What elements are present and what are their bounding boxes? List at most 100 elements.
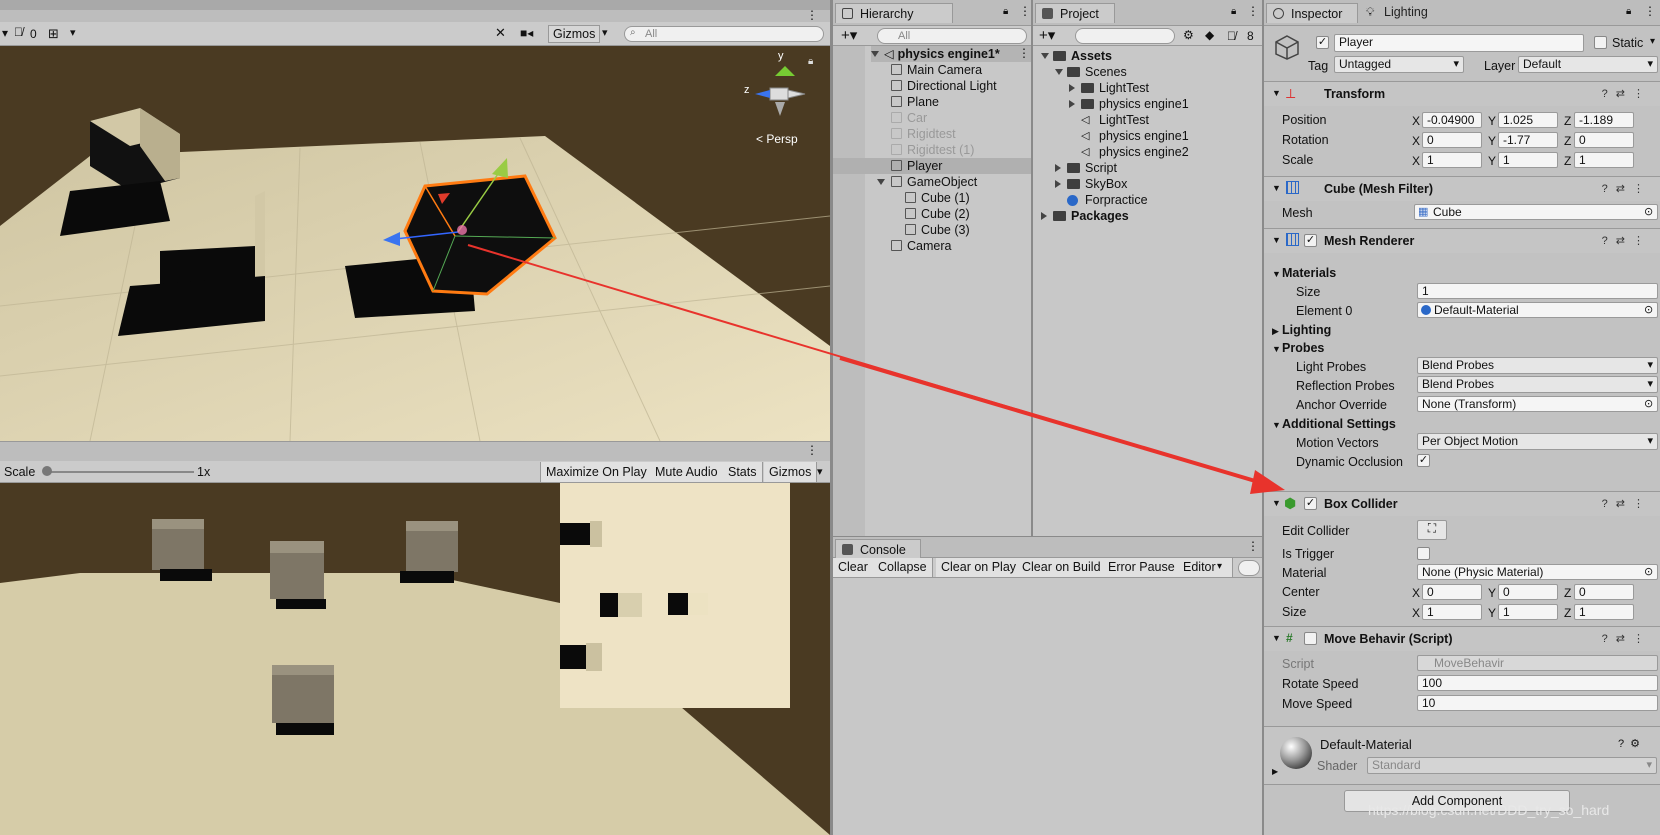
tab-console[interactable]: Console: [835, 539, 921, 559]
renderer-motion-dropdown[interactable]: Per Object Motion: [1417, 433, 1658, 450]
grid-dropdown-icon[interactable]: ▾: [70, 26, 76, 39]
renderer-size-field[interactable]: 1: [1417, 283, 1658, 299]
project-lock-icon[interactable]: 🔒︎: [1231, 6, 1236, 17]
project-menu-icon[interactable]: ⋮: [1247, 4, 1259, 18]
game-menu-icon[interactable]: ⋮: [806, 443, 818, 457]
hierarchy-item[interactable]: Directional Light: [833, 78, 1031, 94]
tab-inspector[interactable]: Inspector: [1266, 3, 1358, 23]
collider-size-y-field[interactable]: 1: [1498, 604, 1558, 620]
box-collider-enabled-checkbox[interactable]: ✓: [1304, 497, 1317, 510]
filter-type-icon[interactable]: ⚙: [1183, 28, 1194, 42]
scene-search-input[interactable]: All: [624, 26, 824, 42]
project-create-button[interactable]: +▾: [1039, 26, 1055, 44]
console-clear-on-play-button[interactable]: Clear on Play: [936, 558, 1023, 577]
transform-pos-y-field[interactable]: 1.025: [1498, 112, 1558, 128]
collapse-icon[interactable]: ▼: [1272, 633, 1281, 643]
project-item[interactable]: Script: [1033, 160, 1262, 176]
material-header-icons[interactable]: ?⚙: [1618, 737, 1646, 750]
hierarchy-item[interactable]: GameObject: [833, 174, 1031, 190]
console-log[interactable]: [833, 578, 1262, 835]
component-header-icons[interactable]: ?⇄⋮: [1602, 182, 1652, 195]
hierarchy-search-input[interactable]: All: [877, 28, 1027, 44]
create-button[interactable]: +▾: [841, 26, 857, 44]
inspector-menu-icon[interactable]: ⋮: [1644, 4, 1656, 18]
gizmos-chevron-icon[interactable]: ▾: [602, 26, 608, 39]
hierarchy-item[interactable]: Camera: [833, 238, 1031, 254]
project-search-input[interactable]: [1075, 28, 1175, 44]
transform-scale-y-field[interactable]: 1: [1498, 152, 1558, 168]
collider-center-z-field[interactable]: 0: [1574, 584, 1634, 600]
project-item[interactable]: Forpractice: [1033, 192, 1262, 208]
scale-slider-handle[interactable]: [42, 466, 52, 476]
renderer-light_probes-dropdown[interactable]: Blend Probes: [1417, 357, 1658, 374]
expand-icon[interactable]: [1069, 84, 1075, 92]
move-speed-field[interactable]: 10: [1417, 695, 1658, 711]
console-collapse-button[interactable]: Collapse: [873, 558, 933, 577]
collapse-icon[interactable]: ▼: [1272, 183, 1281, 193]
scene-root-row[interactable]: ◁ physics engine1*: [871, 46, 1031, 62]
is-trigger-checkbox[interactable]: [1417, 547, 1430, 560]
expand-icon[interactable]: ▶: [1272, 767, 1278, 776]
project-item[interactable]: ◁ physics engine2: [1033, 144, 1262, 160]
transform-header[interactable]: ▼ ⟂ Transform ?⇄⋮: [1264, 81, 1660, 106]
console-error-pause-button[interactable]: Error Pause: [1103, 558, 1181, 577]
collapse-icon[interactable]: ▶: [1272, 326, 1279, 337]
shader-dropdown[interactable]: Standard: [1367, 757, 1657, 774]
transform-rot-y-field[interactable]: -1.77: [1498, 132, 1558, 148]
mute-audio-button[interactable]: Mute Audio: [650, 462, 724, 482]
game-gizmos-chevron-icon[interactable]: ▾: [817, 465, 823, 478]
expand-icon[interactable]: [1055, 69, 1063, 75]
scene-viewport[interactable]: y z < Persp 🔒︎: [0, 46, 830, 441]
transform-pos-x-field[interactable]: -0.04900: [1422, 112, 1482, 128]
hidden-objects-icon[interactable]: 👁̸: [14, 25, 23, 39]
camera-icon[interactable]: ■◂: [520, 26, 533, 40]
transform-rot-z-field[interactable]: 0: [1574, 132, 1634, 148]
transform-pos-z-field[interactable]: -1.189: [1574, 112, 1634, 128]
expand-icon[interactable]: [1069, 100, 1075, 108]
hidden-packages-icon[interactable]: 👁̸: [1227, 29, 1236, 43]
hierarchy-item[interactable]: Player: [833, 158, 1031, 174]
object-picker-icon[interactable]: ⊙: [1644, 205, 1653, 218]
stats-button[interactable]: Stats: [723, 462, 763, 482]
console-search-input[interactable]: [1238, 560, 1260, 576]
renderer-element-field[interactable]: Default-Material: [1417, 302, 1658, 318]
edit-collider-button[interactable]: ⛶: [1417, 520, 1447, 540]
expand-icon[interactable]: [1041, 53, 1049, 59]
collapse-icon[interactable]: ▼: [1272, 269, 1281, 279]
section-materials[interactable]: Materials: [1282, 266, 1336, 280]
console-editor-dropdown[interactable]: Editor: [1178, 558, 1233, 577]
gizmos-dropdown[interactable]: Gizmos: [548, 25, 601, 43]
project-item[interactable]: physics engine1: [1033, 96, 1262, 112]
mesh-renderer-header[interactable]: ▼ ✓ Mesh Renderer ?⇄⋮: [1264, 228, 1660, 253]
maximize-on-play-button[interactable]: Maximize On Play: [540, 462, 653, 482]
collider-center-y-field[interactable]: 0: [1498, 584, 1558, 600]
game-viewport[interactable]: [0, 483, 830, 835]
render-mode-dropdown[interactable]: ▾: [2, 26, 8, 40]
active-checkbox[interactable]: ✓: [1316, 36, 1329, 49]
hierarchy-item[interactable]: Cube (1): [833, 190, 1031, 206]
hierarchy-item[interactable]: Car: [833, 110, 1031, 126]
collapse-icon[interactable]: ▼: [1272, 88, 1281, 98]
box-collider-header[interactable]: ▼ ⬢ ✓ Box Collider ?⇄⋮: [1264, 491, 1660, 516]
mesh-field[interactable]: Cube: [1414, 204, 1658, 220]
expand-icon[interactable]: [1055, 164, 1061, 172]
dynamic-occlusion-checkbox[interactable]: ✓: [1417, 454, 1430, 467]
persp-label[interactable]: < Persp: [756, 132, 798, 146]
collider-size-x-field[interactable]: 1: [1422, 604, 1482, 620]
tools-icon[interactable]: ✕: [495, 25, 506, 41]
hierarchy-item[interactable]: Main Camera: [833, 62, 1031, 78]
mesh-renderer-enabled-checkbox[interactable]: ✓: [1304, 234, 1317, 247]
project-item[interactable]: ◁ physics engine1: [1033, 128, 1262, 144]
project-item[interactable]: LightTest: [1033, 80, 1262, 96]
object-name-field[interactable]: Player: [1334, 34, 1584, 52]
collapse-icon[interactable]: ▼: [1272, 498, 1281, 508]
expand-icon[interactable]: [1041, 212, 1047, 220]
project-item[interactable]: Packages: [1033, 208, 1262, 224]
section-probes[interactable]: Probes: [1282, 341, 1324, 355]
hierarchy-item[interactable]: Cube (2): [833, 206, 1031, 222]
material-section[interactable]: Default-Material Shader Standard ▶ ?⚙: [1264, 726, 1660, 784]
hierarchy-item[interactable]: Rigidtest: [833, 126, 1031, 142]
collapse-icon[interactable]: ▼: [1272, 344, 1281, 354]
hierarchy-item[interactable]: Cube (3): [833, 222, 1031, 238]
console-clear-on-build-button[interactable]: Clear on Build: [1017, 558, 1107, 577]
